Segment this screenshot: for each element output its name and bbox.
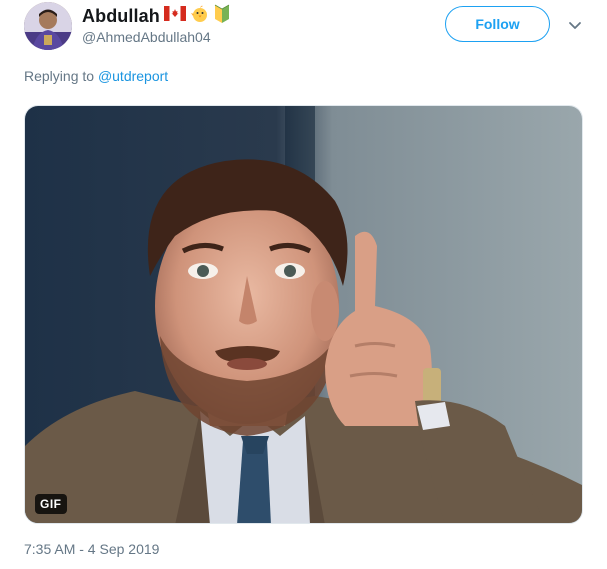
display-name[interactable]: Abdullah [82,6,160,27]
avatar-image [24,2,72,50]
gif-thumbnail-image [25,106,582,523]
canada-flag-icon [163,6,186,26]
tweet-timestamp[interactable]: 7:35 AM - 4 Sep 2019 [24,541,159,557]
gif-media[interactable]: GIF [24,105,583,524]
replying-prefix: Replying to [24,68,95,84]
baby-chick-icon [190,4,210,29]
tweet-header: Abdullah @AhmedAbdullah04 Follow [0,0,607,56]
chevron-down-icon[interactable] [566,16,584,34]
follow-button[interactable]: Follow [445,6,550,42]
reply-mention-link[interactable]: @utdreport [98,68,168,84]
avatar[interactable] [24,2,72,50]
gif-badge: GIF [35,494,67,514]
user-handle[interactable]: @AhmedAbdullah04 [82,29,211,45]
beginner-symbol-icon [214,4,230,29]
name-row: Abdullah [82,4,230,29]
replying-to-line: Replying to @utdreport [24,68,168,84]
